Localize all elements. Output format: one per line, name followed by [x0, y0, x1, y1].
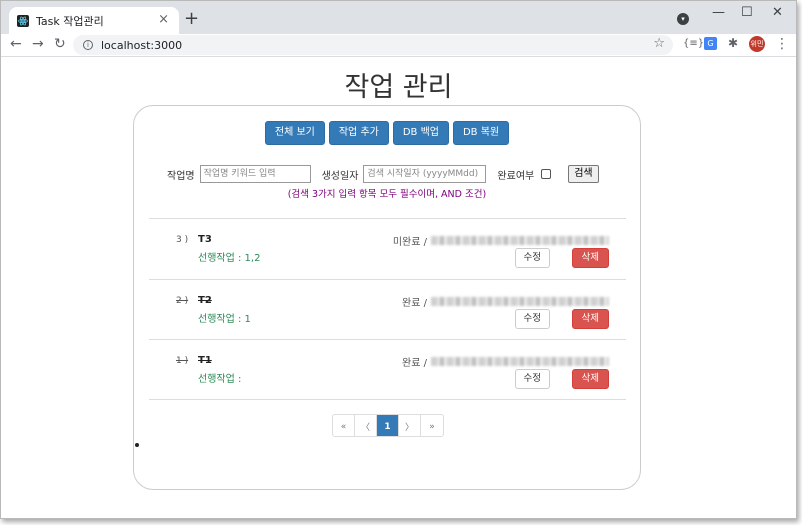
kebab-menu-icon[interactable]: ⋮ — [775, 36, 789, 52]
close-window-button[interactable]: ✕ — [772, 5, 783, 20]
url-text: localhost:3000 — [101, 38, 183, 52]
task-prerequisites: 선행작업 : — [198, 374, 242, 385]
address-bar[interactable]: i localhost:3000 ☆ — [73, 35, 673, 55]
page-title: 작업 관리 — [344, 72, 453, 103]
task-number: 2 ) — [176, 295, 189, 306]
view-all-button[interactable]: 전체 보기 — [264, 121, 325, 145]
add-task-button[interactable]: 작업 추가 — [328, 121, 389, 145]
db-backup-button[interactable]: DB 백업 — [392, 121, 449, 145]
delete-button[interactable]: 삭제 — [571, 308, 609, 329]
done-checkbox[interactable] — [541, 169, 552, 179]
profile-avatar[interactable]: 위민 — [749, 36, 765, 52]
info-icon[interactable]: i — [83, 40, 93, 50]
task-status-text: 완료 / — [402, 297, 427, 309]
task-number: 1 ) — [176, 356, 189, 366]
task-row: 1 ) T1 선행작업 : 완료 / 수정 삭제 — [149, 339, 626, 400]
task-status: 완료 / — [402, 354, 609, 369]
list-bullet — [135, 443, 139, 447]
json-extension-icon[interactable]: {≡} — [683, 38, 704, 49]
tab-search-icon[interactable]: ▾ — [677, 13, 689, 25]
browser-tab[interactable]: Task 작업관리 × — [9, 7, 179, 34]
task-status-text: 미완료 / — [392, 237, 427, 248]
task-row: 2 ) T2 선행작업 : 1 완료 / 수정 삭제 — [149, 278, 626, 340]
prev-page-button[interactable]: 〈 — [355, 415, 377, 436]
maximize-button[interactable]: ☐ — [741, 5, 753, 20]
pagination: « 〈 1 〉 » — [332, 414, 444, 437]
redacted-dates — [431, 236, 609, 245]
task-status-text: 완료 / — [402, 358, 427, 369]
extensions-puzzle-icon[interactable]: ✱ — [728, 36, 738, 50]
new-tab-button[interactable]: + — [184, 8, 199, 29]
reload-icon[interactable]: ↻ — [54, 36, 66, 52]
translate-icon[interactable]: G — [704, 37, 717, 50]
edit-button[interactable]: 수정 — [514, 308, 550, 329]
search-button[interactable]: 검색 — [568, 165, 599, 183]
task-number: 3 ) — [176, 235, 189, 245]
browser-window: Task 작업관리 × + ▾ — ☐ ✕ ← → ↻ i localhost:… — [0, 0, 797, 519]
task-status: 미완료 / — [393, 233, 609, 248]
start-date-input[interactable] — [363, 165, 487, 183]
minimize-button[interactable]: — — [712, 5, 725, 20]
delete-button[interactable]: 삭제 — [571, 369, 609, 389]
redacted-dates — [431, 357, 609, 366]
delete-button[interactable]: 삭제 — [571, 248, 609, 268]
bookmark-star-icon[interactable]: ☆ — [653, 36, 665, 51]
task-name: T1 — [198, 355, 212, 366]
task-list: 3 ) T3 선행작업 : 1,2 미완료 / 수정 삭제 2 ) T2 선행작… — [149, 218, 626, 400]
search-hint: (검색 3가지 입력 항목 모두 필수이며, AND 조건) — [287, 189, 487, 200]
close-tab-icon[interactable]: × — [158, 12, 169, 27]
search-form: 작업명 생성일자 완료여부 검색 — [167, 165, 599, 183]
task-name: T3 — [198, 234, 212, 245]
back-arrow-icon[interactable]: ← — [10, 36, 22, 52]
db-restore-button[interactable]: DB 복원 — [452, 121, 510, 145]
next-page-button[interactable]: 〉 — [399, 415, 421, 436]
browser-toolbar: ← → ↻ i localhost:3000 ☆ {≡} G ✱ 위민 ⋮ — [1, 34, 796, 57]
tab-title: Task 작업관리 — [36, 14, 104, 28]
page-1-button[interactable]: 1 — [377, 415, 399, 436]
edit-button[interactable]: 수정 — [514, 248, 550, 268]
first-page-button[interactable]: « — [333, 415, 355, 436]
task-panel: 전체 보기 작업 추가 DB 백업 DB 복원 작업명 생성일자 완료여부 검색… — [133, 105, 641, 490]
name-label: 작업명 — [167, 170, 195, 182]
redacted-dates — [431, 296, 609, 306]
forward-arrow-icon[interactable]: → — [32, 36, 44, 52]
last-page-button[interactable]: » — [421, 415, 443, 436]
task-name: T2 — [198, 294, 212, 306]
task-prerequisites: 선행작업 : 1,2 — [198, 253, 261, 264]
edit-button[interactable]: 수정 — [514, 369, 550, 389]
task-name-input[interactable] — [199, 165, 311, 183]
date-label: 생성일자 — [321, 170, 359, 182]
action-buttons: 전체 보기 작업 추가 DB 백업 DB 복원 — [134, 121, 640, 145]
react-icon — [17, 14, 29, 27]
tab-strip: Task 작업관리 × + ▾ — ☐ ✕ — [1, 1, 796, 34]
page-content: 작업 관리 전체 보기 작업 추가 DB 백업 DB 복원 작업명 생성일자 완… — [1, 58, 796, 518]
task-prerequisites: 선행작업 : 1 — [198, 313, 251, 325]
task-status: 완료 / — [402, 294, 609, 309]
done-label: 완료여부 — [497, 170, 535, 182]
task-row: 3 ) T3 선행작업 : 1,2 미완료 / 수정 삭제 — [149, 218, 626, 279]
